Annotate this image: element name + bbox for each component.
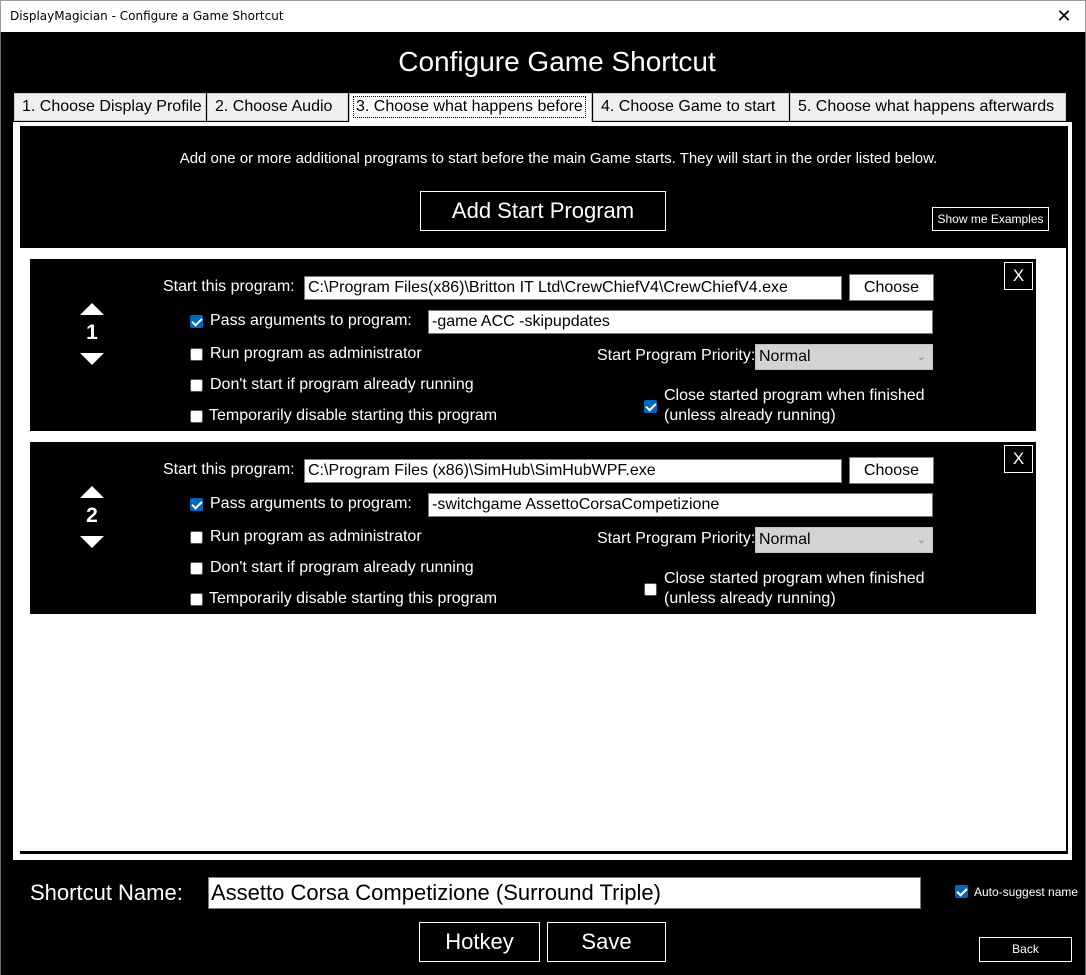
tab-before-label: 3. Choose what happens before (353, 96, 586, 118)
close-when-finished-checkbox[interactable] (644, 400, 657, 413)
tab-afterwards[interactable]: 5. Choose what happens afterwards (790, 93, 1066, 121)
priority-value: Normal (759, 531, 811, 548)
intro-text: Add one or more additional programs to s… (179, 150, 938, 167)
dont-start-if-running-checkbox[interactable] (190, 562, 203, 575)
start-program-label: Start this program: (163, 461, 295, 478)
show-examples-button[interactable]: Show me Examples (932, 207, 1049, 231)
close-when-finished-label-2: (unless already running) (664, 590, 836, 607)
choose-button[interactable]: Choose (849, 457, 934, 484)
dont-start-if-running-label: Don't start if program already running (210, 559, 474, 576)
dont-start-if-running-label: Don't start if program already running (210, 376, 474, 393)
hotkey-button[interactable]: Hotkey (419, 922, 540, 962)
program-order-number: 2 (86, 504, 98, 527)
arguments-field[interactable]: -game ACC -skipupdates (428, 310, 933, 334)
program-path-field[interactable]: C:\Program Files (x86)\SimHub\SimHubWPF.… (304, 459, 842, 483)
chevron-down-icon: ⌄ (916, 351, 926, 363)
priority-label: Start Program Priority: (597, 347, 756, 364)
pass-arguments-checkbox[interactable] (190, 315, 203, 328)
add-start-program-button[interactable]: Add Start Program (420, 191, 666, 231)
window-title: DisplayMagician - Configure a Game Short… (10, 9, 284, 23)
close-when-finished-label-1: Close started program when finished (664, 387, 925, 404)
tab-display-profile[interactable]: 1. Choose Display Profile (14, 93, 206, 121)
page-title: Configure Game Shortcut (398, 46, 716, 77)
auto-suggest-checkbox[interactable] (955, 885, 968, 898)
pass-arguments-label: Pass arguments to program: (210, 312, 412, 329)
priority-select[interactable]: Normal ⌄ (755, 344, 933, 370)
close-when-finished-label-1: Close started program when finished (664, 570, 925, 587)
disable-program-checkbox[interactable] (190, 410, 203, 423)
choose-button[interactable]: Choose (849, 274, 934, 301)
disable-program-label: Temporarily disable starting this progra… (209, 407, 498, 424)
program-order-number: 1 (86, 321, 98, 344)
close-window-button[interactable]: ✕ (1053, 6, 1075, 28)
priority-select[interactable]: Normal ⌄ (755, 527, 933, 553)
chevron-down-icon: ⌄ (916, 534, 926, 546)
remove-program-button[interactable]: X (1004, 262, 1033, 290)
save-button[interactable]: Save (547, 922, 666, 962)
back-button[interactable]: Back (979, 937, 1072, 962)
shortcut-name-input[interactable]: Assetto Corsa Competizione (Surround Tri… (208, 877, 921, 909)
auto-suggest-label: Auto-suggest name (974, 885, 1079, 899)
start-program-label: Start this program: (163, 278, 295, 295)
disable-program-label: Temporarily disable starting this progra… (209, 590, 498, 607)
priority-value: Normal (759, 348, 811, 365)
program-card-2: 2 Start this program: C:\Program Files (… (30, 442, 1036, 614)
run-as-admin-checkbox[interactable] (190, 348, 203, 361)
pass-arguments-checkbox[interactable] (190, 498, 203, 511)
run-as-admin-label: Run program as administrator (210, 528, 422, 545)
program-path-field[interactable]: C:\Program Files(x86)\Britton IT Ltd\Cre… (304, 276, 842, 300)
close-when-finished-checkbox[interactable] (644, 583, 657, 596)
close-when-finished-label-2: (unless already running) (664, 407, 836, 424)
disable-program-checkbox[interactable] (190, 593, 203, 606)
shortcut-name-label: Shortcut Name: (30, 880, 183, 905)
run-as-admin-checkbox[interactable] (190, 531, 203, 544)
move-up-arrow-icon[interactable] (80, 303, 104, 315)
run-as-admin-label: Run program as administrator (210, 345, 422, 362)
arguments-field[interactable]: -switchgame AssettoCorsaCompetizione (428, 493, 933, 517)
remove-program-button[interactable]: X (1004, 445, 1033, 473)
move-up-arrow-icon[interactable] (80, 486, 104, 498)
priority-label: Start Program Priority: (597, 530, 756, 547)
move-down-arrow-icon[interactable] (80, 536, 104, 548)
tab-audio[interactable]: 2. Choose Audio (207, 93, 348, 121)
dont-start-if-running-checkbox[interactable] (190, 379, 203, 392)
tab-before[interactable]: 3. Choose what happens before (349, 93, 592, 123)
pass-arguments-label: Pass arguments to program: (210, 495, 412, 512)
title-bar: DisplayMagician - Configure a Game Short… (0, 0, 1086, 32)
tab-game[interactable]: 4. Choose Game to start (593, 93, 789, 121)
program-card-1: 1 Start this program: C:\Program Files(x… (30, 259, 1036, 431)
move-down-arrow-icon[interactable] (80, 353, 104, 365)
